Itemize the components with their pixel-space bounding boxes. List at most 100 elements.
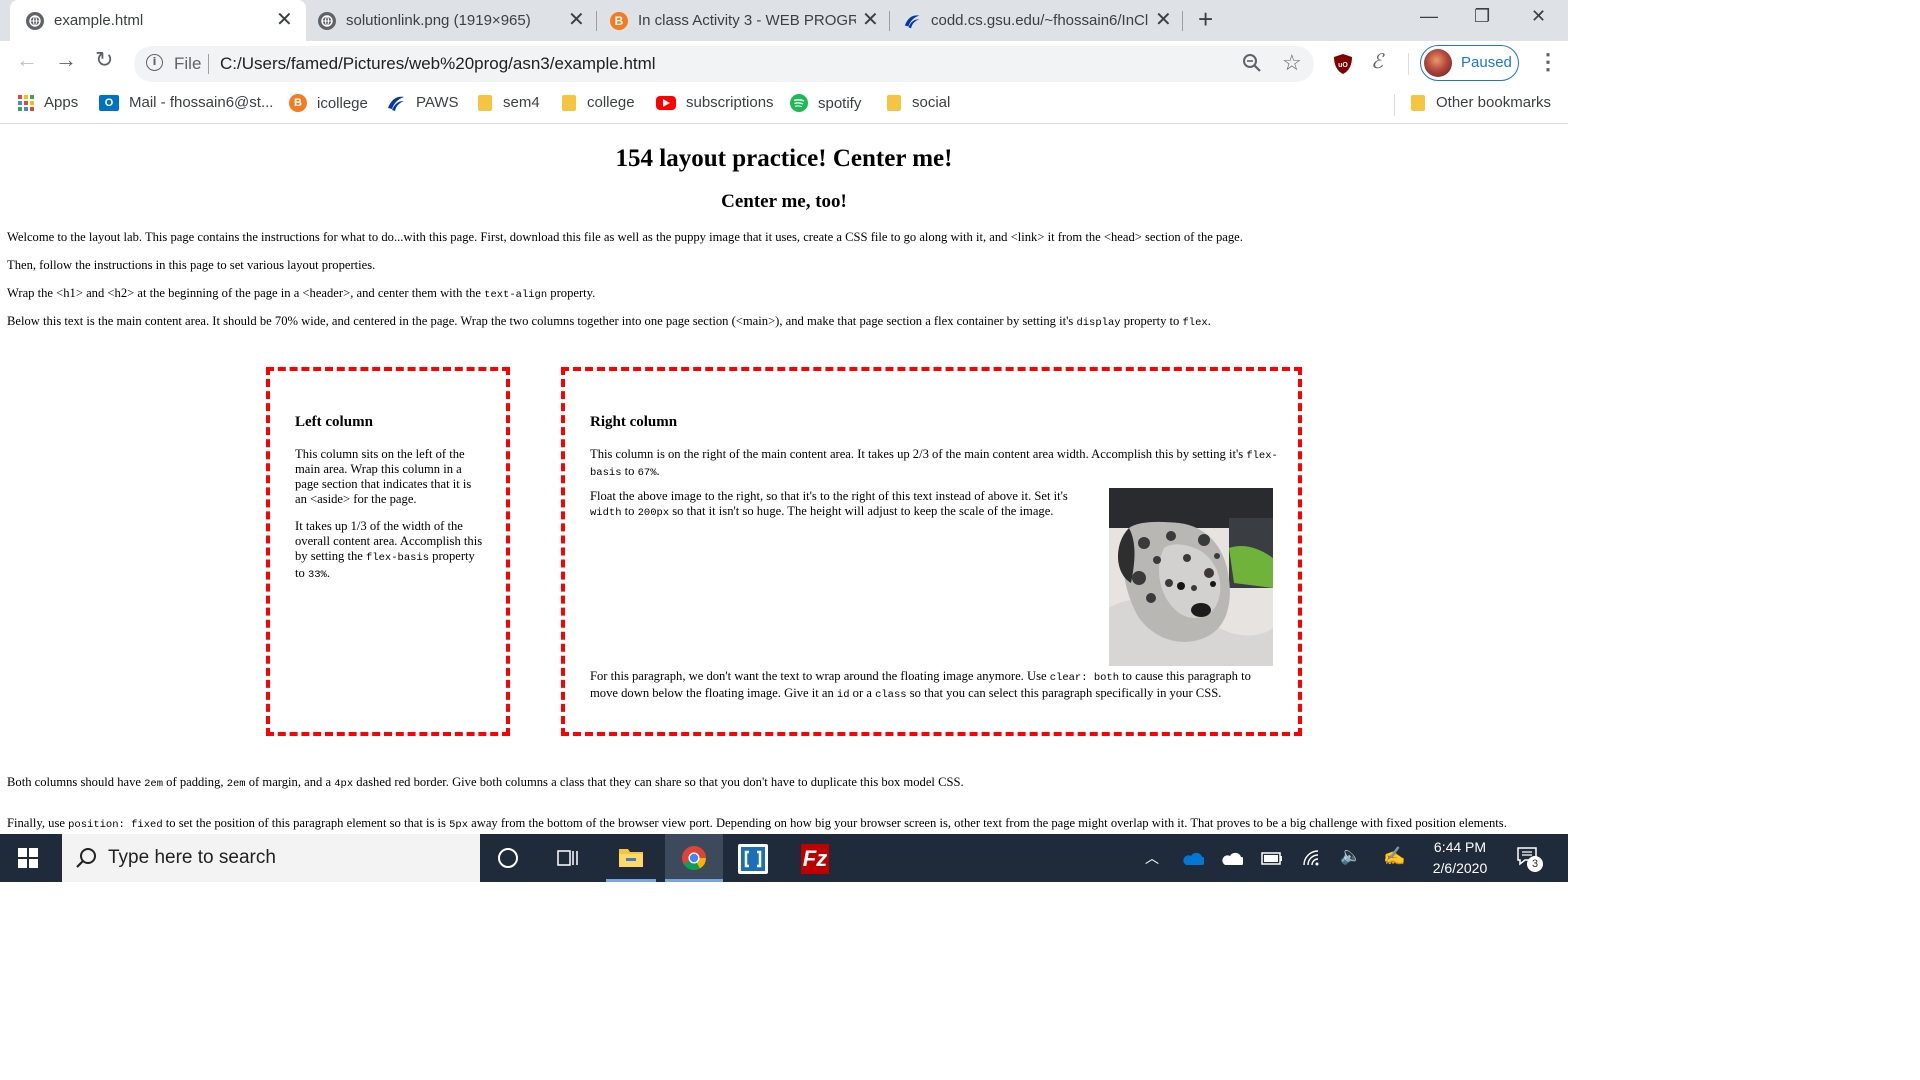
tab-title: In class Activity 3 - WEB PROGRA [638, 12, 856, 29]
left-column: Left column This column sits on the left… [266, 367, 510, 736]
fixed-position-paragraph: Finally, use position: fixed to set the … [7, 816, 1507, 831]
address-bar[interactable]: i File C:/Users/famed/Pictures/web%20pro… [134, 46, 1314, 82]
chrome-icon[interactable] [665, 834, 723, 882]
search-placeholder: Type here to search [108, 847, 276, 868]
bookmark-social[interactable]: social [886, 94, 950, 111]
bookmark-mail[interactable]: O Mail - fhossain6@st... [99, 94, 273, 111]
tab-example-html[interactable]: example.html ✕ [10, 0, 306, 41]
bookmark-label: spotify [818, 94, 862, 112]
code-snippet: 2em [144, 778, 164, 790]
bookmark-star-icon[interactable]: ☆ [1282, 52, 1302, 74]
onedrive-personal-icon[interactable] [1221, 852, 1245, 871]
clock[interactable]: 6:44 PM 2/6/2020 [1420, 837, 1500, 879]
file-explorer-icon[interactable] [606, 834, 656, 882]
bookmark-paws[interactable]: PAWS [386, 94, 459, 111]
ublock-icon[interactable]: uO [1333, 53, 1353, 79]
task-view-icon[interactable] [557, 848, 579, 873]
profile-button[interactable]: Paused [1420, 45, 1519, 81]
notification-count-badge: 3 [1527, 856, 1543, 872]
bookmark-label: Mail - fhossain6@st... [129, 94, 274, 111]
folder-icon [477, 94, 493, 111]
tab-in-class-activity[interactable]: B In class Activity 3 - WEB PROGRA ✕ [598, 0, 888, 41]
zoom-icon[interactable] [1242, 53, 1262, 77]
reload-button[interactable]: ↻ [95, 49, 113, 71]
intro-paragraph: Below this text is the main content area… [7, 314, 1211, 329]
intro-paragraph: Wrap the <h1> and <h2> at the beginning … [7, 286, 596, 301]
other-bookmarks[interactable]: Other bookmarks [1410, 94, 1551, 111]
forward-button[interactable]: → [55, 49, 77, 71]
folder-icon [886, 94, 902, 111]
code-snippet: display [1076, 317, 1121, 329]
close-tab-icon[interactable]: ✕ [568, 10, 585, 30]
clock-time: 6:44 PM [1433, 839, 1487, 855]
volume-icon[interactable]: 🔈 [1340, 846, 1361, 866]
back-button[interactable]: ← [16, 49, 38, 71]
close-window-button[interactable]: ✕ [1531, 6, 1546, 27]
url-text[interactable]: C:/Users/famed/Pictures/web%20prog/asn3/… [220, 54, 656, 74]
code-snippet: 33% [307, 569, 327, 581]
new-tab-button[interactable]: + [1198, 6, 1213, 32]
close-tab-icon[interactable]: ✕ [862, 10, 879, 30]
tab-solutionlink[interactable]: solutionlink.png (1919×965) ✕ [306, 0, 596, 41]
folder-icon [1410, 94, 1426, 111]
code-snippet: 4px [334, 778, 354, 790]
wifi-icon[interactable] [1302, 850, 1322, 871]
folder-icon [561, 94, 577, 111]
taskbar-search-box[interactable]: Type here to search [62, 834, 480, 882]
right-column-paragraph: For this paragraph, we don't want the te… [590, 669, 1251, 701]
spotify-icon [790, 94, 808, 112]
bookmark-label: PAWS [416, 94, 459, 111]
code-snippet: clear: both [1049, 672, 1120, 684]
page-subheading: Center me, too! [721, 191, 847, 212]
close-tab-icon[interactable]: ✕ [1155, 10, 1172, 30]
bookmark-subscriptions[interactable]: subscriptions [656, 94, 774, 111]
close-tab-icon[interactable]: ✕ [276, 10, 293, 30]
box-model-paragraph: Both columns should have 2em of padding,… [7, 775, 964, 790]
bookmark-college[interactable]: college [561, 94, 635, 111]
tab-codd[interactable]: codd.cs.gsu.edu/~fhossain6/InCl ✕ [891, 0, 1181, 41]
brackets-icon[interactable] [738, 844, 768, 874]
globe-icon [318, 11, 336, 30]
tab-separator [596, 11, 597, 31]
bookmark-sem4[interactable]: sem4 [477, 94, 540, 111]
windows-logo-icon [18, 848, 38, 868]
maximize-button[interactable]: ❐ [1474, 6, 1490, 27]
left-column-paragraph: It takes up 1/3 of the width of the over… [295, 519, 483, 581]
battery-icon[interactable] [1261, 852, 1283, 870]
intro-paragraph: Welcome to the layout lab. This page con… [7, 230, 1243, 244]
menu-icon[interactable]: ⋮ [1537, 51, 1559, 73]
bookmark-label: sem4 [503, 94, 540, 111]
notifications-icon[interactable]: 3 [1516, 846, 1543, 872]
tab-strip: example.html ✕ solutionlink.png (1919×96… [0, 0, 1568, 41]
code-snippet: flex [1182, 317, 1208, 329]
windows-taskbar: Type here to search Fz ︿ 🔈 ✍ 6:44 PM 2/6… [0, 834, 1568, 882]
profile-status-label: Paused [1461, 54, 1512, 71]
info-icon[interactable]: i [146, 54, 163, 71]
filezilla-icon[interactable]: Fz [801, 844, 829, 874]
outlook-icon: O [99, 94, 119, 111]
code-snippet: 2em [226, 778, 246, 790]
extension-icon[interactable]: ℰ [1371, 52, 1383, 72]
bookmarks-bar: Apps O Mail - fhossain6@st... B icollege… [0, 86, 1568, 124]
pen-icon[interactable]: ✍ [1383, 846, 1405, 867]
clock-date: 2/6/2020 [1432, 860, 1488, 876]
bookmark-icollege[interactable]: B icollege [289, 94, 368, 112]
cortana-icon[interactable] [498, 848, 518, 868]
code-snippet: 5px [449, 819, 468, 831]
tab-title: codd.cs.gsu.edu/~fhossain6/InCl [931, 12, 1149, 29]
right-column-heading: Right column [590, 414, 678, 430]
bookmark-spotify[interactable]: spotify [790, 94, 861, 112]
bookmark-label: social [912, 94, 951, 111]
gsu-icon [903, 12, 921, 30]
show-hidden-icons[interactable]: ︿ [1145, 848, 1159, 868]
right-column: Right column This column is on the right… [561, 367, 1302, 736]
search-icon [76, 848, 96, 868]
minimize-button[interactable]: — [1420, 6, 1438, 27]
code-snippet: class [875, 689, 907, 701]
bookmark-apps[interactable]: Apps [18, 94, 78, 111]
tab-title: example.html [54, 12, 144, 29]
code-snippet: 200px [637, 507, 670, 519]
onedrive-icon[interactable] [1182, 852, 1206, 871]
start-button[interactable] [18, 848, 38, 873]
code-snippet: width [590, 507, 622, 519]
